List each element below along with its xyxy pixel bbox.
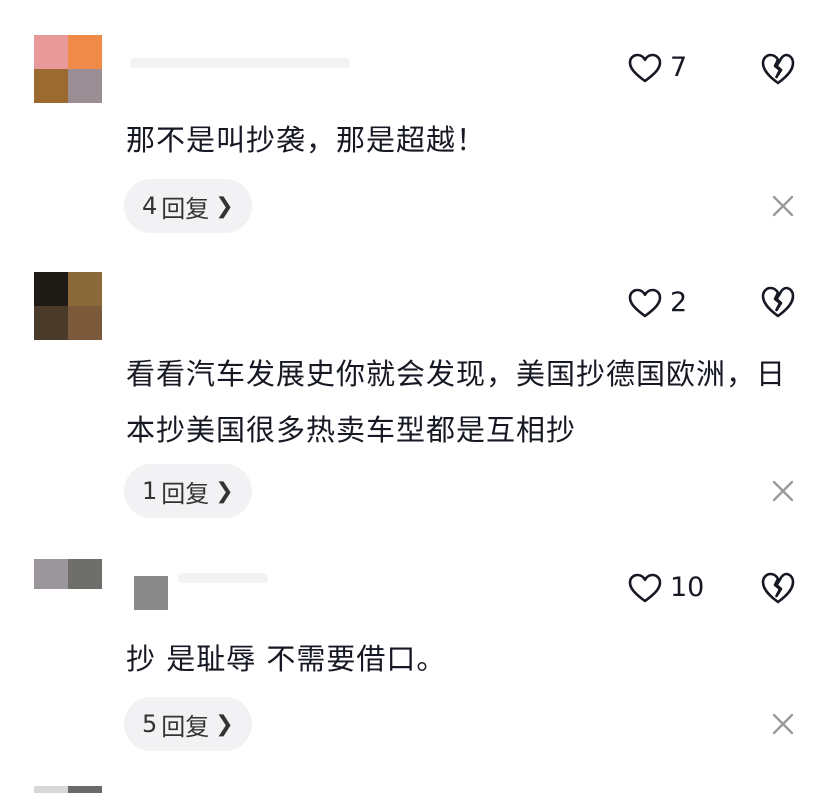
dismiss-button[interactable] <box>770 711 796 737</box>
avatar[interactable] <box>34 272 102 340</box>
avatar-tile <box>68 559 102 589</box>
avatar-tile <box>34 272 68 306</box>
avatar-tile <box>68 786 102 793</box>
avatar-tile <box>34 559 68 589</box>
reply-count: 1 <box>142 477 158 505</box>
like-count: 7 <box>670 52 688 83</box>
like-count: 2 <box>670 287 688 318</box>
like-count: 10 <box>670 572 705 603</box>
broken-heart-icon <box>761 53 795 85</box>
reply-label: 回复 <box>161 479 210 508</box>
avatar-tile <box>68 35 102 69</box>
dislike-button[interactable] <box>760 52 796 86</box>
view-replies-button[interactable]: 4 回复 ❯ <box>124 179 252 233</box>
avatar-tile <box>68 272 102 306</box>
username-faded <box>178 573 268 583</box>
like-button[interactable]: 2 <box>628 287 687 318</box>
avatar[interactable] <box>34 35 102 103</box>
like-button[interactable]: 10 <box>628 572 704 603</box>
username-blurred[interactable] <box>130 58 350 68</box>
avatar-tile <box>34 786 68 793</box>
dislike-button[interactable] <box>760 285 796 319</box>
chevron-right-icon: ❯ <box>215 478 234 504</box>
avatar-tile <box>34 35 68 69</box>
close-icon <box>772 713 794 735</box>
comment-text: 那不是叫抄袭，那是超越！ <box>126 123 487 157</box>
avatar-tile <box>68 306 102 340</box>
like-button[interactable]: 7 <box>628 52 687 83</box>
comment-text: 抄 是耻辱 不需要借口。 <box>126 642 447 676</box>
comment-text: 看看汽车发展史你就会发现，美国抄德国欧洲，日本抄美国很多热卖车型都是互相抄 <box>126 357 787 447</box>
comment-item: 2 看看汽车发展史你就会发现，美国抄德国欧洲，日本抄美国很多热卖车型都是互相抄 … <box>0 260 831 545</box>
comment-item: 7 那不是叫抄袭，那是超越！ 4 回复 ❯ <box>0 0 831 260</box>
reply-label: 回复 <box>161 194 210 223</box>
reply-label: 回复 <box>161 712 210 741</box>
avatar-tile <box>34 589 68 619</box>
avatar-tile <box>34 69 68 103</box>
view-replies-button[interactable]: 5 回复 ❯ <box>124 697 252 751</box>
avatar-tile <box>68 589 102 619</box>
broken-heart-icon <box>761 286 795 318</box>
heart-outline-icon <box>628 288 662 317</box>
close-icon <box>772 195 794 217</box>
avatar[interactable] <box>34 559 102 619</box>
chevron-right-icon: ❯ <box>215 711 234 737</box>
avatar-tile <box>68 69 102 103</box>
avatar-next-comment[interactable] <box>34 786 102 800</box>
heart-outline-icon <box>628 573 662 602</box>
broken-heart-icon <box>761 572 795 604</box>
heart-outline-icon <box>628 53 662 82</box>
dismiss-button[interactable] <box>770 193 796 219</box>
dislike-button[interactable] <box>760 571 796 605</box>
username-blurred[interactable] <box>134 576 168 610</box>
dismiss-button[interactable] <box>770 478 796 504</box>
view-replies-button[interactable]: 1 回复 ❯ <box>124 464 252 518</box>
avatar-tile <box>34 306 68 340</box>
reply-count: 5 <box>142 710 158 738</box>
comment-item: 10 抄 是耻辱 不需要借口。 5 回复 ❯ <box>0 545 831 775</box>
close-icon <box>772 480 794 502</box>
reply-count: 4 <box>142 192 158 220</box>
chevron-right-icon: ❯ <box>215 193 234 219</box>
